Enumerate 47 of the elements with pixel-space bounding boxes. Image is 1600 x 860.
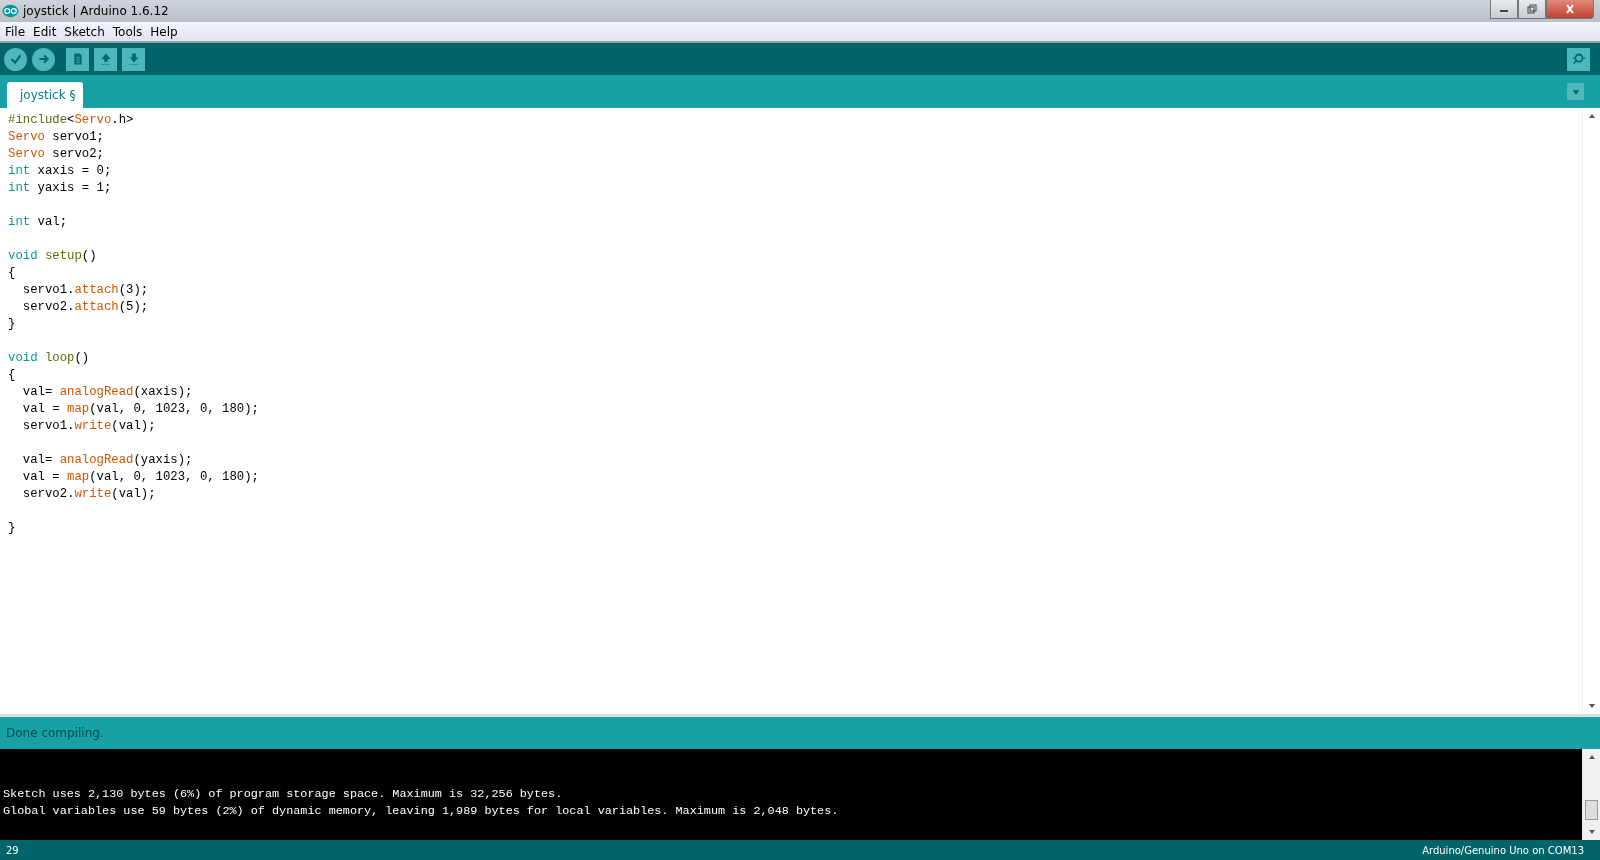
code-line: }: [8, 316, 16, 333]
line-number: 29: [6, 844, 19, 856]
code-line: Servo servo1;: [8, 129, 104, 146]
close-icon: [1564, 4, 1576, 14]
code-line: int val;: [8, 214, 68, 231]
menu-item[interactable]: Tools: [109, 24, 148, 39]
menu-item[interactable]: Edit: [30, 24, 62, 39]
close-button[interactable]: [1546, 0, 1594, 19]
code-line: {: [8, 265, 16, 282]
sketch-tab[interactable]: joystick §: [7, 82, 84, 108]
console-line: Sketch uses 2,130 bytes (6%) of program storage space. Maximum is 32,256 bytes.: [3, 786, 563, 803]
code-line: servo2.attach(5);: [21, 299, 149, 316]
window-title: joystick | Arduino 1.6.12: [23, 4, 169, 18]
code-line: servo2.write(val);: [21, 486, 156, 503]
new-button[interactable]: [66, 47, 89, 71]
console-scrollbar[interactable]: [1582, 749, 1600, 840]
minimize-button[interactable]: [1490, 0, 1518, 19]
serial-monitor-button[interactable]: [1567, 47, 1590, 71]
code-line: val= analogRead(yaxis);: [21, 452, 193, 469]
code-line: val = map(val, 0, 1023, 0, 180);: [21, 401, 259, 418]
restore-button[interactable]: [1518, 0, 1546, 19]
code-line: #include<Servo.h>: [8, 112, 134, 129]
code-line: servo1.write(val);: [21, 418, 156, 435]
code-line: val= analogRead(xaxis);: [21, 384, 193, 401]
code-line: void loop(): [8, 350, 90, 367]
code-line: Servo servo2;: [8, 146, 104, 163]
open-button[interactable]: [94, 47, 117, 71]
code-line: {: [8, 367, 16, 384]
verify-button[interactable]: [4, 47, 27, 71]
tab-menu-button[interactable]: [1567, 83, 1584, 100]
status-message: Done compiling.: [6, 726, 104, 740]
upload-button[interactable]: [32, 47, 55, 71]
app-logo-icon: [2, 4, 19, 18]
menu-item[interactable]: Sketch: [61, 24, 110, 39]
code-line: }: [8, 520, 16, 537]
save-button[interactable]: [122, 47, 145, 71]
menu-item[interactable]: File: [2, 24, 31, 39]
restore-icon: [1526, 4, 1538, 14]
board-port-label: Arduino/Genuino Uno on COM13: [1422, 844, 1584, 856]
code-line: val = map(val, 0, 1023, 0, 180);: [21, 469, 259, 486]
scroll-thumb[interactable]: [1585, 800, 1598, 820]
code-line: int yaxis = 1;: [8, 180, 112, 197]
console-line: Global variables use 59 bytes (2%) of dynamic memory, leaving 1,989 bytes for local variables. Maximum is 2,048 bytes.: [3, 803, 839, 820]
code-line: void setup(): [8, 248, 97, 265]
code-line: int xaxis = 0;: [8, 163, 112, 180]
code-line: servo1.attach(3);: [21, 282, 149, 299]
menu-item[interactable]: Help: [147, 24, 183, 39]
